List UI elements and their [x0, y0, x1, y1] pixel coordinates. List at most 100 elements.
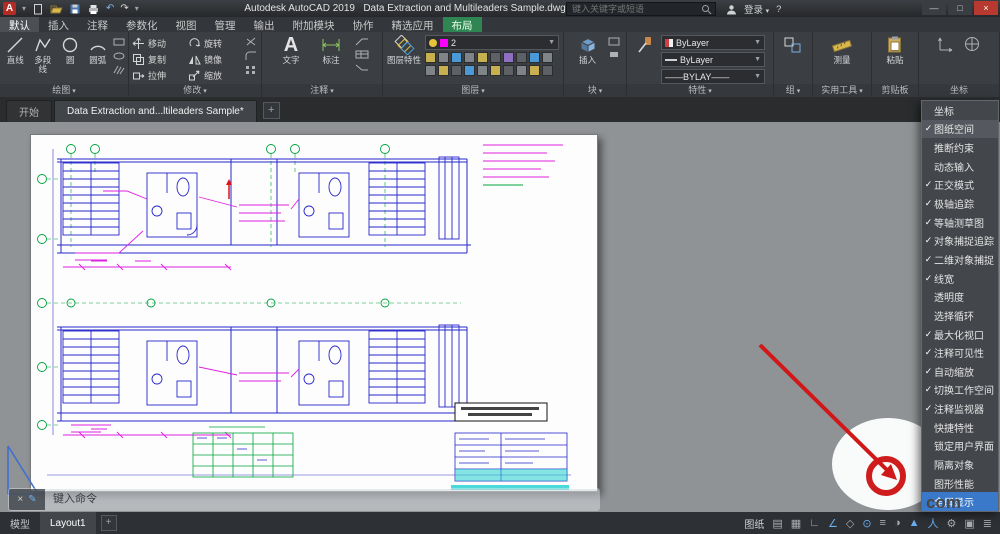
clipboard-panel-label[interactable]: 剪贴板 [872, 84, 918, 97]
measure-tool[interactable]: 测量 [824, 35, 860, 65]
ucs-icon[interactable] [937, 35, 955, 53]
modify-extra-tools[interactable] [245, 35, 257, 75]
draw-extra-tools[interactable] [113, 35, 125, 75]
annotation-scale-icon[interactable]: 人 [928, 515, 939, 531]
open-file-icon[interactable] [50, 3, 63, 15]
qat-caret-icon[interactable]: ▾ [22, 4, 26, 13]
search-icon[interactable] [701, 4, 712, 15]
menu-item-switch-workspace[interactable]: ✓ 切换工作空间 [922, 381, 998, 400]
new-layout-button[interactable]: + [100, 515, 117, 531]
menu-item-object-snap-tracking[interactable]: ✓ 对象捕捉追踪 [922, 231, 998, 250]
menu-item-annotation-monitor[interactable]: ✓ 注释监视器 [922, 399, 998, 418]
signin-button[interactable]: 登录 ▾ [744, 2, 769, 16]
scale-tool[interactable]: 缩放 [188, 67, 242, 83]
isodraft-icon[interactable]: ◇ [846, 517, 854, 530]
annotate-panel-label[interactable]: 注释 [262, 84, 382, 97]
groups-panel-label[interactable]: 组 [774, 84, 812, 97]
menu-item-polar-tracking[interactable]: ✓ 极轴追踪 [922, 194, 998, 213]
object-snap-icon[interactable]: ⊙ [862, 517, 871, 530]
ribbon-tab-featured-apps[interactable]: 精选应用 [383, 17, 443, 32]
menu-item-isometric-drafting[interactable]: ✓ 等轴测草图 [922, 213, 998, 232]
drawing-sheet[interactable] [31, 135, 597, 491]
menu-item-lock-ui[interactable]: 锁定用户界面 [922, 437, 998, 456]
paper-sheet[interactable] [30, 134, 598, 492]
utilities-panel-label[interactable]: 实用工具 [813, 84, 871, 97]
ribbon-tab-collaborate[interactable]: 协作 [344, 17, 383, 32]
ucs-world-icon[interactable] [963, 35, 981, 53]
circle-tool[interactable]: 圆 [58, 35, 83, 65]
autocad-logo-icon[interactable]: A [3, 2, 16, 15]
ribbon-tab-addins[interactable]: 附加模块 [284, 17, 344, 32]
ortho-icon[interactable]: ∟ [809, 517, 820, 529]
layer-properties-button[interactable]: 图层特性 [386, 35, 422, 65]
ribbon-tab-parametric[interactable]: 参数化 [117, 17, 167, 32]
menu-item-graphics-performance[interactable]: 图形性能 [922, 474, 998, 493]
command-line[interactable]: × ✎ 键入命令 [8, 488, 600, 511]
file-tab-start[interactable]: 开始 [6, 100, 52, 122]
layer-tools-row-2[interactable] [425, 65, 559, 76]
blocks-extra-tools[interactable] [608, 35, 620, 59]
menu-item-coordinates[interactable]: 坐标 [922, 101, 998, 120]
copy-tool[interactable]: 复制 [132, 51, 186, 67]
annotate-extra-tools[interactable] [355, 35, 369, 72]
command-input[interactable]: 键入命令 [45, 489, 599, 510]
modify-panel-label[interactable]: 修改 [129, 84, 261, 97]
menu-item-transparency[interactable]: 透明度 [922, 287, 998, 306]
menu-item-2d-object-snap[interactable]: ✓ 二维对象捕捉 [922, 250, 998, 269]
ribbon-tab-annotate[interactable]: 注释 [78, 17, 117, 32]
blocks-panel-label[interactable]: 块 [564, 84, 626, 97]
menu-item-isolate-objects[interactable]: 隔离对象 [922, 455, 998, 474]
ribbon-tab-home[interactable]: 默认 [0, 17, 39, 32]
polar-tracking-icon[interactable]: ∠ [828, 517, 838, 530]
save-icon[interactable] [69, 3, 81, 15]
annotation-visibility-icon[interactable]: ▲ [909, 517, 920, 529]
menu-item-infer-constraints[interactable]: 推断约束 [922, 138, 998, 157]
close-command-line-icon[interactable]: × [17, 494, 23, 505]
help-search-box[interactable] [566, 2, 716, 16]
menu-item-annotation-visibility[interactable]: ✓ 注释可见性 [922, 343, 998, 362]
new-file-icon[interactable] [32, 3, 44, 15]
object-color-dropdown[interactable]: ByLayer ▼ [661, 35, 765, 50]
match-properties-tool[interactable] [630, 35, 658, 55]
customize-icon[interactable]: ≣ [983, 517, 992, 530]
help-icon[interactable]: ? [776, 4, 781, 15]
menu-item-auto-scale[interactable]: ✓ 自动缩放 [922, 362, 998, 381]
menu-item-selection-cycling[interactable]: 选择循环 [922, 306, 998, 325]
polyline-tool[interactable]: 多段线 [31, 35, 56, 74]
layout1-tab[interactable]: Layout1 [40, 512, 96, 534]
minimize-button[interactable]: — [922, 1, 946, 15]
mirror-tool[interactable]: 镜像 [188, 51, 242, 67]
arc-tool[interactable]: 圆弧 [86, 35, 111, 65]
menu-item-ortho-mode[interactable]: ✓ 正交模式 [922, 176, 998, 195]
coordinates-panel-label[interactable]: 坐标 [919, 84, 999, 97]
ribbon-tab-output[interactable]: 输出 [245, 17, 284, 32]
menu-item-dynamic-input[interactable]: 动态输入 [922, 157, 998, 176]
transparency-icon[interactable]: ◑ [894, 517, 901, 529]
redo-icon[interactable]: ↷ [120, 3, 128, 14]
qat-more-caret-icon[interactable]: ▾ [135, 4, 139, 13]
menu-item-quick-properties[interactable]: 快捷特性 [922, 418, 998, 437]
paper-model-toggle[interactable]: 图纸 [744, 516, 764, 531]
rotate-tool[interactable]: 旋转 [188, 35, 242, 51]
move-tool[interactable]: 移动 [132, 35, 186, 51]
text-tool[interactable]: A 文字 [275, 35, 307, 65]
linetype-dropdown[interactable]: ——BYLAY—— ▼ [661, 69, 765, 84]
search-input[interactable] [570, 3, 701, 15]
dimension-tool[interactable]: 标注 [315, 35, 347, 65]
fullscreen-icon[interactable]: ▣ [964, 517, 974, 530]
properties-panel-label[interactable]: 特性 [627, 84, 773, 97]
stretch-tool[interactable]: 拉伸 [132, 67, 186, 83]
paste-tool[interactable]: 粘贴 [879, 35, 911, 65]
menu-item-paper-space[interactable]: ✓ 图纸空间 [922, 119, 998, 139]
menu-item-maximize-viewport[interactable]: ✓ 最大化视口 [922, 325, 998, 344]
workspace-gear-icon[interactable]: ⚙ [947, 517, 957, 530]
layer-dropdown[interactable]: 2 ▼ [425, 35, 559, 50]
layers-panel-label[interactable]: 图层 [383, 84, 563, 97]
user-icon[interactable] [726, 4, 737, 15]
ribbon-tab-insert[interactable]: 插入 [39, 17, 78, 32]
snap-icon[interactable]: ▤ [772, 517, 782, 530]
grid-icon[interactable]: ▦ [791, 517, 801, 530]
customize-command-line-icon[interactable]: ✎ [28, 494, 36, 505]
plot-icon[interactable] [87, 3, 100, 15]
line-tool[interactable]: 直线 [3, 35, 28, 65]
